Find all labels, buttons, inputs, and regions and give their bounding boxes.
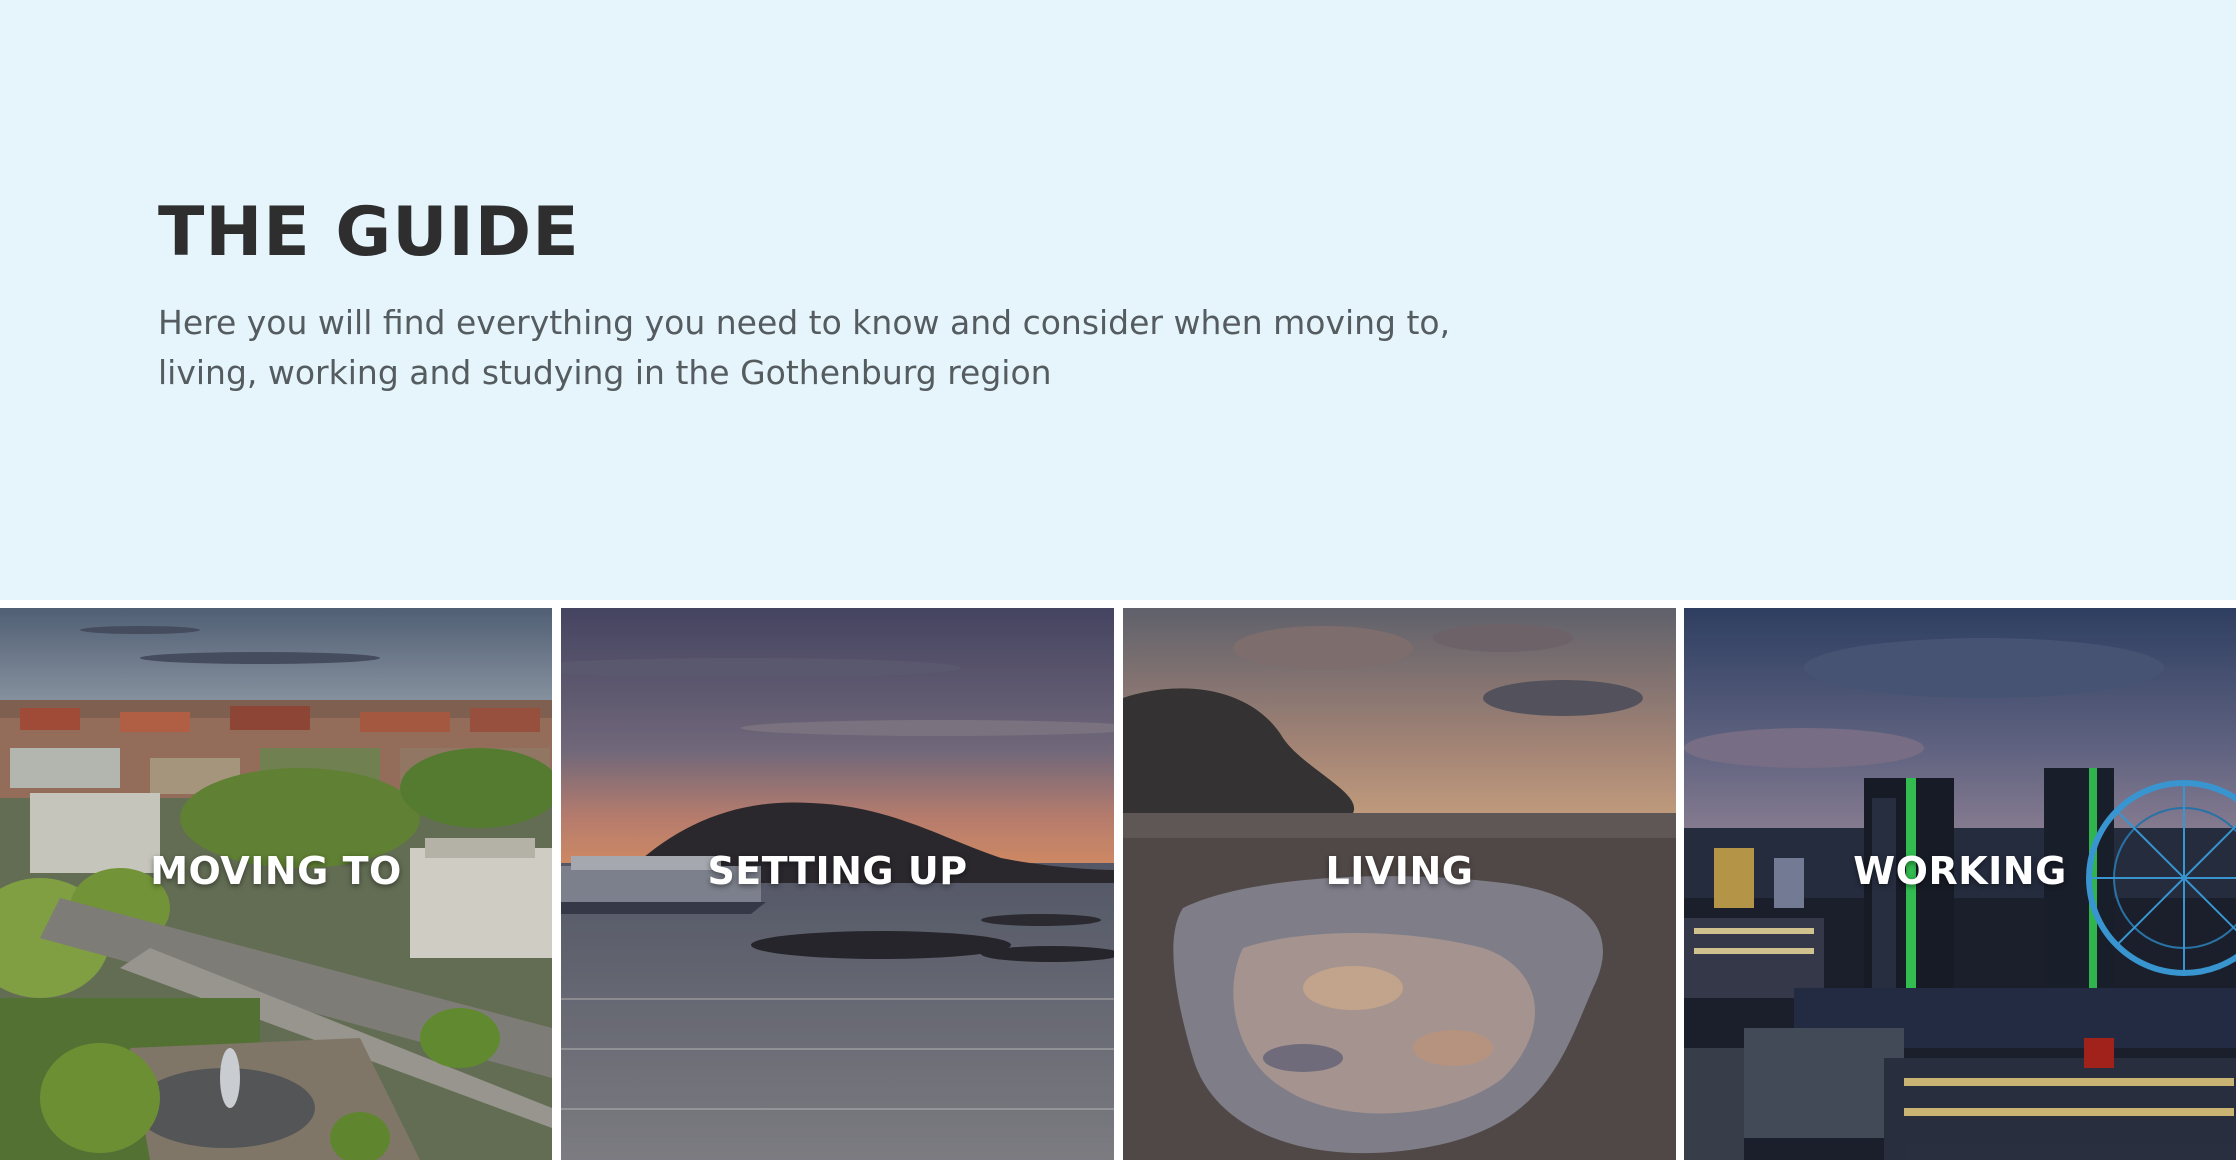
tile-label-living: LIVING	[1325, 849, 1474, 893]
page-title: THE GUIDE	[158, 193, 580, 272]
tile-working[interactable]: WORKING	[1684, 608, 2236, 1160]
tile-label-moving-to: MOVING TO	[150, 849, 402, 893]
tile-label-setting-up: SETTING UP	[707, 849, 968, 893]
tile-living[interactable]: LIVING	[1123, 608, 1676, 1160]
guide-hero: THE GUIDE Here you will find everything …	[0, 0, 2236, 600]
page-description: Here you will find everything you need t…	[158, 303, 1451, 392]
tile-label-working: WORKING	[1853, 849, 2067, 893]
guide-category-tiles: MOVING TO SETTING UP LIVING WORKING	[0, 608, 2236, 1160]
tile-moving-to[interactable]: MOVING TO	[0, 608, 552, 1160]
tile-setting-up[interactable]: SETTING UP	[561, 608, 1114, 1160]
